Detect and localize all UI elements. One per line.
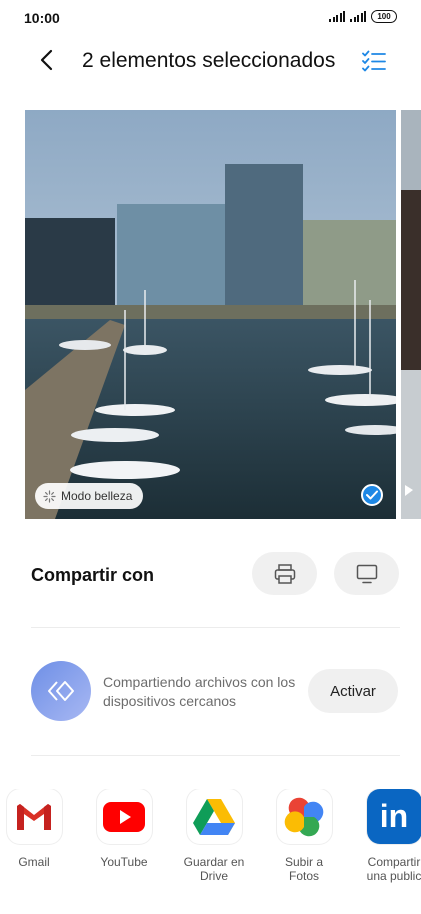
google-photos-icon bbox=[276, 789, 332, 844]
app-label: Guardar en Drive bbox=[183, 855, 245, 883]
activate-button[interactable]: Activar bbox=[308, 669, 398, 713]
battery-icon: 100 bbox=[371, 10, 397, 23]
selected-photo[interactable]: Modo belleza bbox=[25, 110, 396, 519]
battery-level: 100 bbox=[377, 12, 391, 21]
page-title: 2 elementos seleccionados bbox=[82, 49, 336, 72]
select-all-list-icon bbox=[362, 50, 386, 72]
signal-icon bbox=[350, 11, 366, 22]
cast-button[interactable] bbox=[334, 552, 399, 595]
app-google-photos[interactable]: Subir a Fotos bbox=[264, 789, 344, 883]
print-button[interactable] bbox=[252, 552, 317, 595]
divider bbox=[31, 627, 400, 628]
harbour-photo bbox=[25, 110, 396, 519]
gmail-icon bbox=[6, 789, 62, 844]
beauty-mode-label: Modo belleza bbox=[61, 489, 133, 503]
app-youtube[interactable]: YouTube bbox=[84, 789, 164, 869]
youtube-icon bbox=[96, 789, 152, 844]
app-label: YouTube bbox=[100, 855, 148, 869]
printer-icon bbox=[274, 563, 295, 584]
status-icons: 100 bbox=[329, 10, 397, 23]
app-label: Gmail bbox=[18, 855, 50, 869]
photo-strip[interactable]: Modo belleza bbox=[0, 110, 421, 519]
share-apps-row[interactable]: Gmail YouTube Guardar en Drive Subir a F… bbox=[0, 789, 421, 899]
select-all-button[interactable] bbox=[358, 46, 390, 76]
next-photo[interactable] bbox=[401, 110, 421, 519]
divider bbox=[31, 755, 400, 756]
nearby-share-icon bbox=[31, 661, 91, 721]
monitor-icon bbox=[356, 564, 377, 583]
app-label: Compartir una public bbox=[366, 855, 421, 883]
back-arrow-icon bbox=[40, 49, 53, 71]
sparkle-icon bbox=[43, 489, 56, 503]
app-label: Subir a Fotos bbox=[284, 855, 324, 883]
app-gmail[interactable]: Gmail bbox=[0, 789, 74, 869]
back-button[interactable] bbox=[32, 46, 60, 74]
status-time: 10:00 bbox=[24, 10, 60, 26]
share-with-label: Compartir con bbox=[31, 565, 155, 585]
app-google-drive[interactable]: Guardar en Drive bbox=[174, 789, 254, 883]
status-bar: 10:00 100 bbox=[0, 0, 421, 36]
app-linkedin[interactable]: in Compartir una public bbox=[354, 789, 421, 883]
selected-check-icon[interactable] bbox=[361, 484, 383, 506]
google-drive-icon bbox=[186, 789, 242, 844]
signal-icon bbox=[329, 11, 345, 22]
nearby-share-description: Compartiendo archivos con los dispositiv… bbox=[103, 674, 296, 709]
header: 2 elementos seleccionados bbox=[0, 36, 421, 88]
linkedin-icon: in bbox=[366, 789, 421, 844]
beauty-mode-button[interactable]: Modo belleza bbox=[35, 483, 144, 509]
